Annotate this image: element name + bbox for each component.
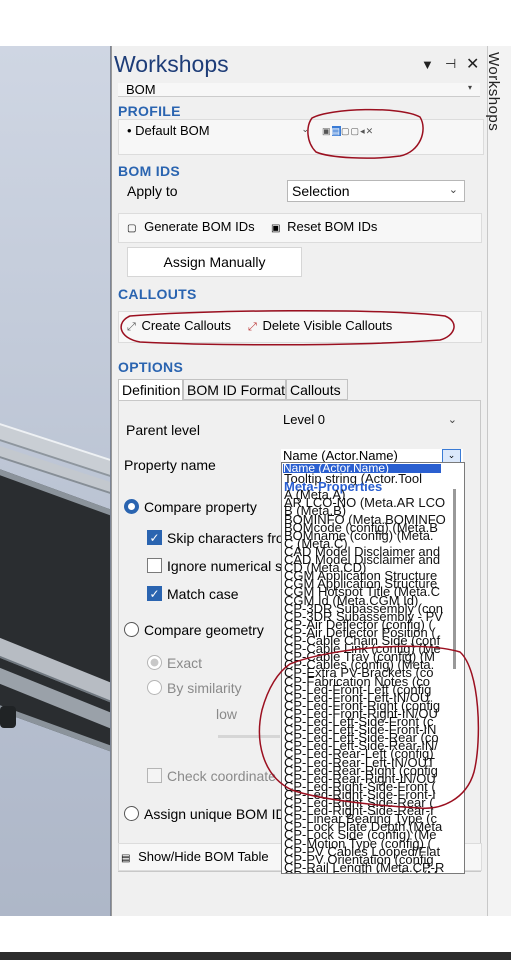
taskbar xyxy=(0,952,511,960)
tab-callouts[interactable]: Callouts xyxy=(286,379,348,400)
3d-viewport[interactable] xyxy=(0,46,111,916)
show-hide-bom-table-button[interactable]: ▤ Show/Hide BOM Table xyxy=(121,849,269,863)
new-icon[interactable]: ▢ xyxy=(341,126,351,136)
by-similarity-label: By similarity xyxy=(167,680,242,696)
dropdown-item[interactable]: CP-Rail Length (config) (M xyxy=(284,869,438,873)
check-coordinate-checkbox[interactable] xyxy=(147,768,162,783)
match-case-checkbox[interactable]: ✓ xyxy=(147,586,162,601)
pin-icon[interactable]: ⊣ xyxy=(445,56,456,72)
save-icon[interactable]: ▣ xyxy=(322,126,332,136)
create-callouts-button[interactable]: ⤢ Create Callouts xyxy=(127,318,231,333)
exact-label: Exact xyxy=(167,655,203,671)
property-name-value: Name (Actor.Name) xyxy=(283,449,398,462)
exact-radio[interactable] xyxy=(147,655,162,670)
assign-unique-radio[interactable] xyxy=(124,806,139,821)
create-callout-icon: ⤢ xyxy=(127,321,136,333)
by-similarity-radio[interactable] xyxy=(147,680,162,695)
chevron-down-icon[interactable]: ⌄ xyxy=(442,449,461,462)
parent-level-label: Parent level xyxy=(126,422,200,438)
workshops-side-tab[interactable] xyxy=(487,46,511,916)
workshops-side-tab-label[interactable]: Workshops xyxy=(485,52,502,131)
delete-callout-icon: ⤢ xyxy=(248,321,257,333)
parent-level-value: Level 0 xyxy=(283,414,325,427)
check-coordinate-label: Check coordinate xyxy=(167,768,276,784)
apply-to-value: Selection xyxy=(292,183,350,199)
chevron-down-icon: ⌄ xyxy=(301,124,309,134)
show-hide-label: Show/Hide BOM Table xyxy=(138,849,269,863)
similarity-low-label: low xyxy=(216,706,238,722)
skip-characters-label: Skip characters fro xyxy=(167,530,284,546)
compare-geometry-label: Compare geometry xyxy=(144,622,264,638)
compare-property-label: Compare property xyxy=(144,499,257,515)
similarity-slider[interactable] xyxy=(218,735,280,738)
chevron-down-icon: ⌄ xyxy=(447,414,457,426)
dropdown-arrow-icon[interactable]: ▼ xyxy=(421,57,434,72)
reset-label: Reset BOM IDs xyxy=(287,219,378,234)
options-heading: OPTIONS xyxy=(118,359,184,375)
property-name-select[interactable]: Name (Actor.Name) ⌄ xyxy=(281,449,463,462)
parent-level-select[interactable]: Level 0 ⌄ xyxy=(281,414,463,428)
callouts-heading: CALLOUTS xyxy=(118,286,197,302)
model-wheel xyxy=(0,706,16,728)
delete-callouts-button[interactable]: ⤢ Delete Visible Callouts xyxy=(248,318,392,333)
edit-icon[interactable]: ▤ xyxy=(331,126,342,136)
close-icon[interactable]: ✕ xyxy=(466,54,479,74)
compare-property-radio[interactable] xyxy=(124,499,139,514)
assign-manually-button[interactable]: Assign Manually xyxy=(127,247,302,277)
ignore-numerical-checkbox[interactable] xyxy=(147,558,162,573)
property-name-label: Property name xyxy=(124,457,216,473)
profile-toolbar[interactable]: ▣▤▢▢◂✕ xyxy=(322,126,374,137)
ignore-numerical-label: Ignore numerical s xyxy=(167,558,283,574)
assign-unique-label: Assign unique BOM ID xyxy=(144,806,286,822)
apply-to-label: Apply to xyxy=(127,183,178,199)
match-case-label: Match case xyxy=(167,586,239,602)
tab-bom-id-format[interactable]: BOM ID Format xyxy=(183,379,286,400)
generate-icon: ▢ xyxy=(127,223,137,234)
panel-title: Workshops xyxy=(114,51,229,77)
delete-icon[interactable]: ✕ xyxy=(366,126,375,136)
create-callouts-label: Create Callouts xyxy=(141,318,232,333)
table-icon: ▤ xyxy=(121,853,131,863)
delete-callouts-label: Delete Visible Callouts xyxy=(262,318,393,333)
apply-to-select[interactable]: Selection ⌄ xyxy=(287,180,465,202)
profile-select[interactable]: • Default BOM ⌄ xyxy=(127,124,313,136)
generate-bom-ids-button[interactable]: ▢ Generate BOM IDs xyxy=(127,219,255,234)
property-name-dropdown-list[interactable]: Name (Actor.Name) Tooltip string (Actor.… xyxy=(281,462,465,874)
compare-geometry-radio[interactable] xyxy=(124,622,139,637)
reset-bom-ids-button[interactable]: ▣ Reset BOM IDs xyxy=(271,219,377,234)
generate-label: Generate BOM IDs xyxy=(144,219,255,234)
profile-heading: PROFILE xyxy=(118,103,181,119)
skip-characters-checkbox[interactable]: ✓ xyxy=(147,530,162,545)
workshop-select-value: BOM xyxy=(126,83,156,97)
chevron-down-icon: ⌄ xyxy=(448,184,458,196)
workshop-select[interactable]: BOM ▾ xyxy=(118,83,480,97)
tab-definition[interactable]: Definition xyxy=(118,379,183,401)
profile-select-value: • Default BOM xyxy=(127,124,210,136)
copy-icon[interactable]: ▢ xyxy=(351,126,361,136)
reset-icon: ▣ xyxy=(271,223,281,234)
dropdown-scrollbar[interactable] xyxy=(453,489,456,669)
desktop-top-area xyxy=(0,0,511,46)
chevron-down-icon: ▾ xyxy=(467,83,472,92)
bom-ids-heading: BOM IDS xyxy=(118,163,180,179)
